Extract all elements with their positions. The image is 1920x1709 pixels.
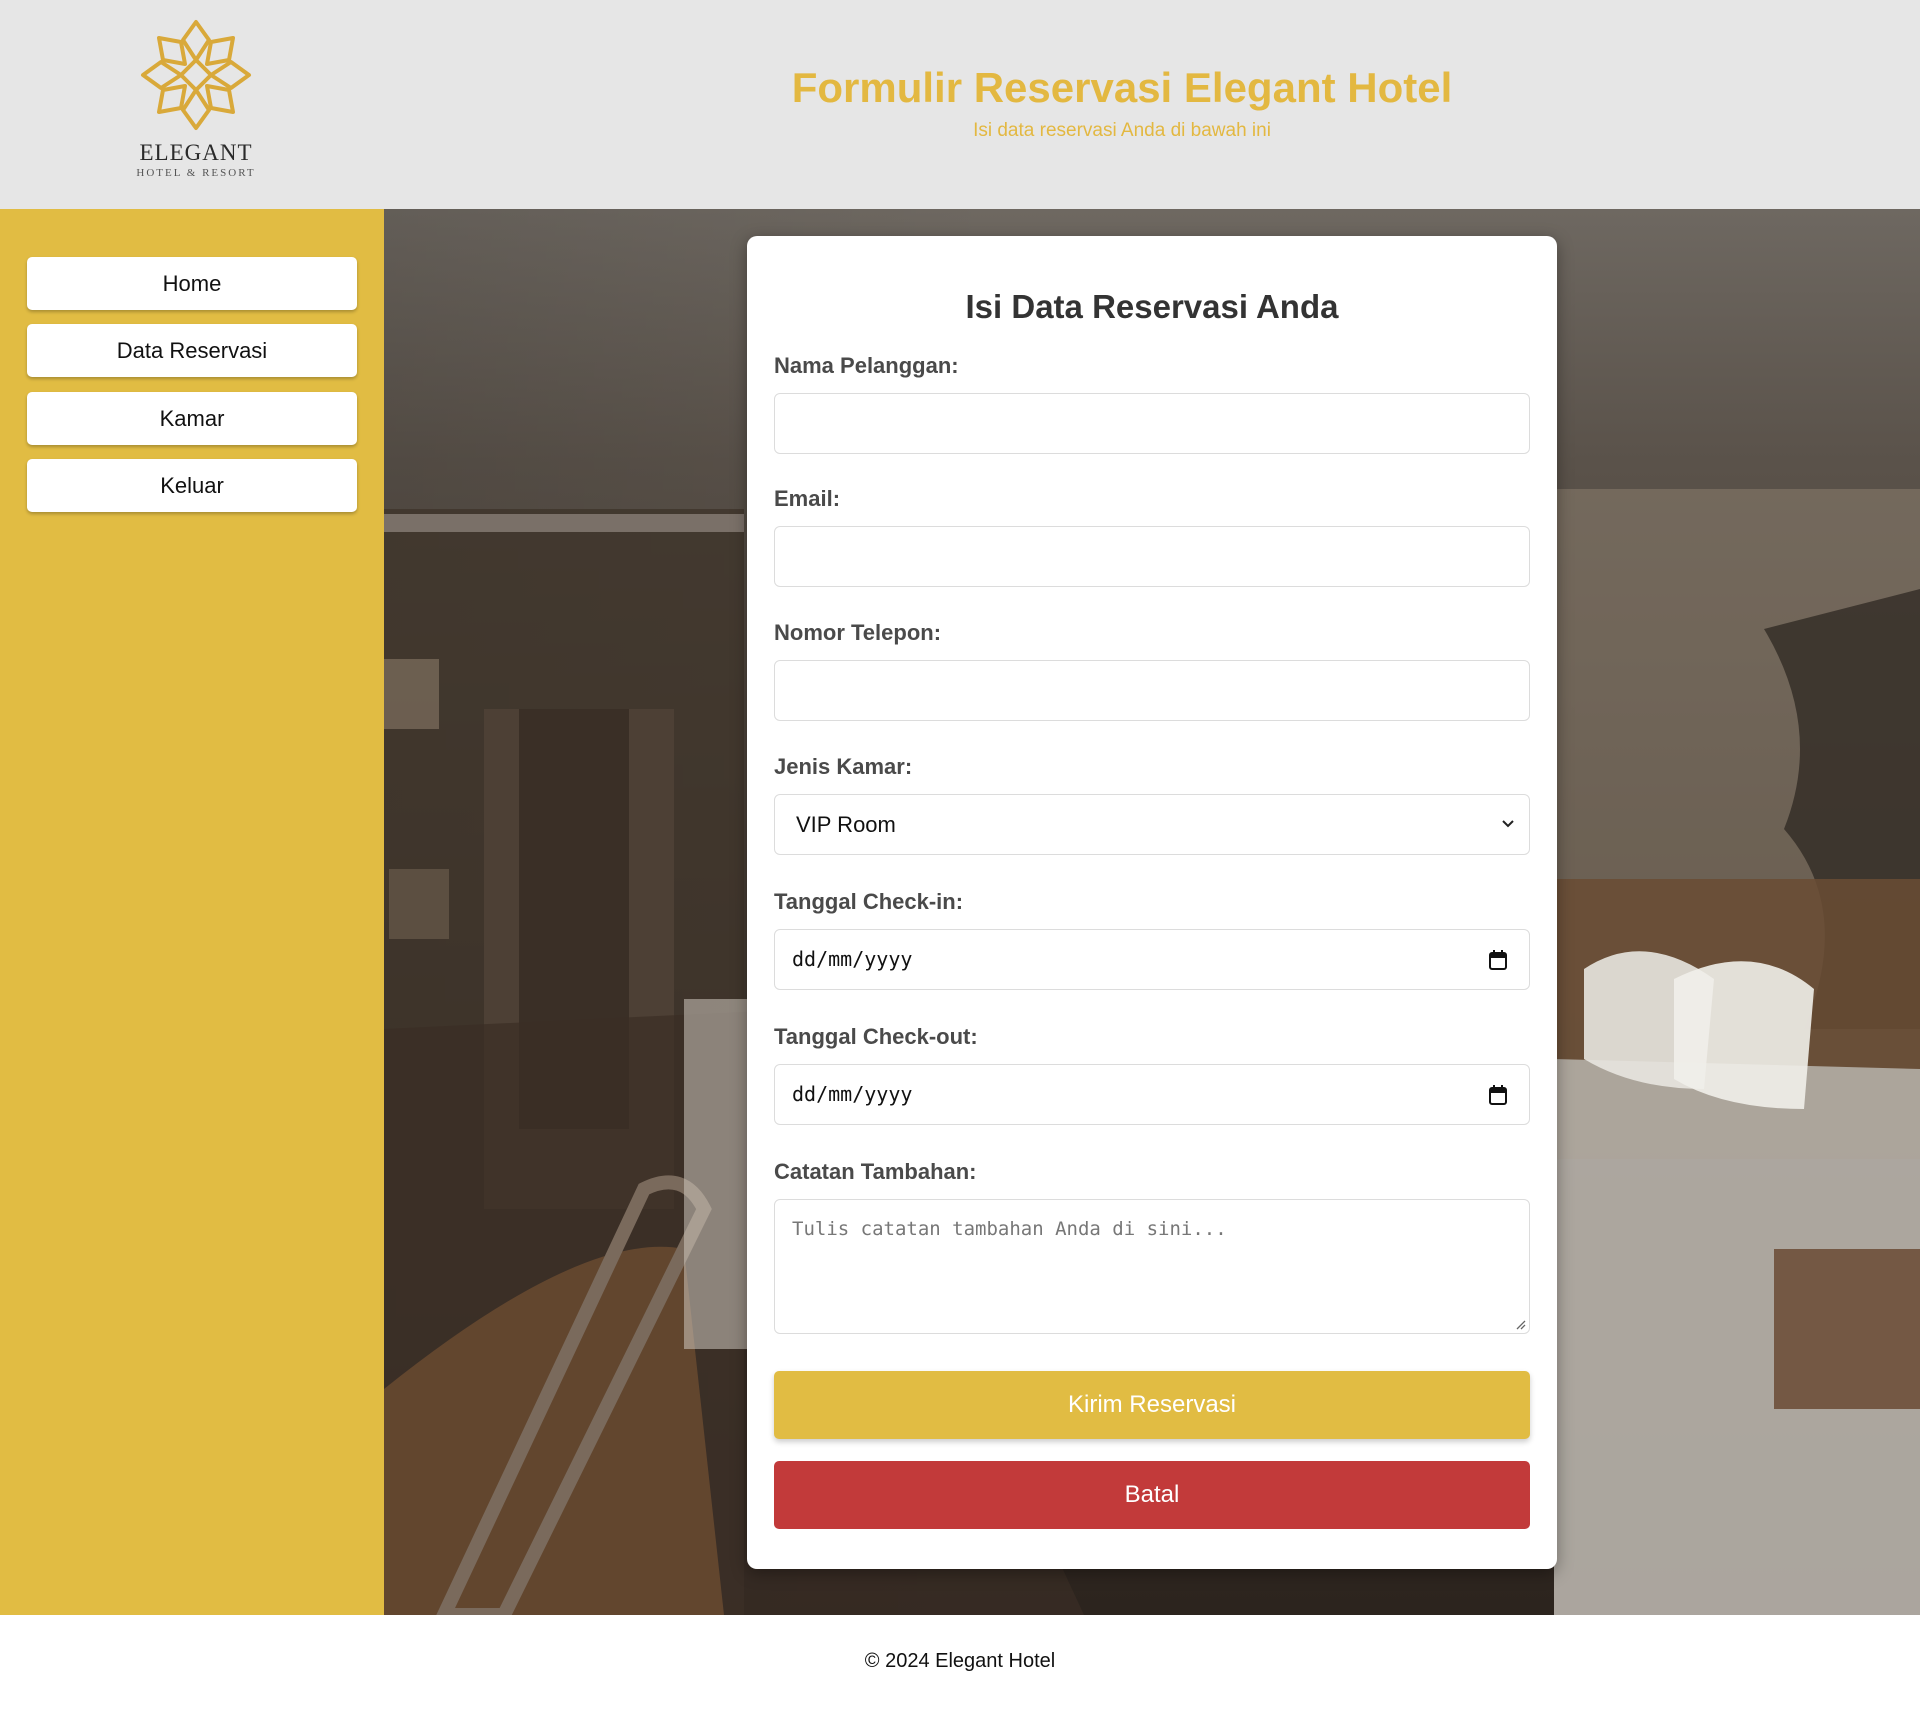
checkout-date-input[interactable]: dd/mm/yyyy	[774, 1064, 1530, 1125]
copyright-text: © 2024 Elegant Hotel	[864, 1650, 1056, 1672]
notes-placeholder: Tulis catatan tambahan Anda di sini...	[792, 1218, 1227, 1240]
room-type-select[interactable]: VIP Room	[774, 794, 1530, 855]
checkout-date-value: dd/mm/yyyy	[792, 1082, 913, 1106]
notes-textarea[interactable]: Tulis catatan tambahan Anda di sini...	[774, 1199, 1530, 1334]
form-title: Isi Data Reservasi Anda	[965, 288, 1339, 325]
chevron-down-icon	[1502, 820, 1514, 828]
page-subtitle: Isi data reservasi Anda di bawah ini	[973, 120, 1271, 141]
calendar-icon[interactable]	[1489, 1085, 1507, 1105]
notes-label: Catatan Tambahan:	[774, 1159, 977, 1184]
cancel-button[interactable]: Batal	[774, 1461, 1530, 1529]
room-type-value: VIP Room	[796, 812, 896, 837]
customer-name-input[interactable]	[774, 393, 1530, 454]
customer-name-label: Nama Pelanggan:	[774, 353, 959, 378]
phone-input[interactable]	[774, 660, 1530, 721]
page-footer: © 2024 Elegant Hotel	[0, 1615, 1920, 1709]
submit-reservation-button[interactable]: Kirim Reservasi	[774, 1371, 1530, 1439]
hotel-logo: ELEGANT HOTEL & RESORT	[130, 16, 262, 191]
sidebar-item-keluar[interactable]: Keluar	[27, 459, 357, 512]
sidebar-item-home[interactable]: Home	[27, 257, 357, 310]
lotus-mandala-icon	[141, 20, 251, 130]
email-input[interactable]	[774, 526, 1530, 587]
hotel-room-background: Isi Data Reservasi Anda Nama Pelanggan: …	[384, 209, 1920, 1615]
email-label: Email:	[774, 486, 841, 511]
logo-tagline: HOTEL & RESORT	[136, 167, 256, 179]
checkin-date-input[interactable]: dd/mm/yyyy	[774, 929, 1530, 990]
resize-grip-icon[interactable]	[1514, 1318, 1526, 1330]
calendar-icon[interactable]	[1489, 950, 1507, 970]
checkin-date-value: dd/mm/yyyy	[792, 947, 913, 971]
page-title: Formulir Reservasi Elegant Hotel	[791, 64, 1453, 111]
room-type-label: Jenis Kamar:	[774, 754, 913, 779]
reservation-form-card: Isi Data Reservasi Anda Nama Pelanggan: …	[747, 236, 1557, 1569]
phone-label: Nomor Telepon:	[774, 620, 942, 645]
checkout-label: Tanggal Check-out:	[774, 1024, 978, 1049]
page-header: ELEGANT HOTEL & RESORT Formulir Reservas…	[0, 0, 1920, 209]
sidebar: Home Data Reservasi Kamar Keluar	[0, 209, 384, 1615]
sidebar-item-data-reservasi[interactable]: Data Reservasi	[27, 324, 357, 377]
checkin-label: Tanggal Check-in:	[774, 889, 964, 914]
logo-wordmark: ELEGANT	[139, 140, 253, 165]
sidebar-item-kamar[interactable]: Kamar	[27, 392, 357, 445]
